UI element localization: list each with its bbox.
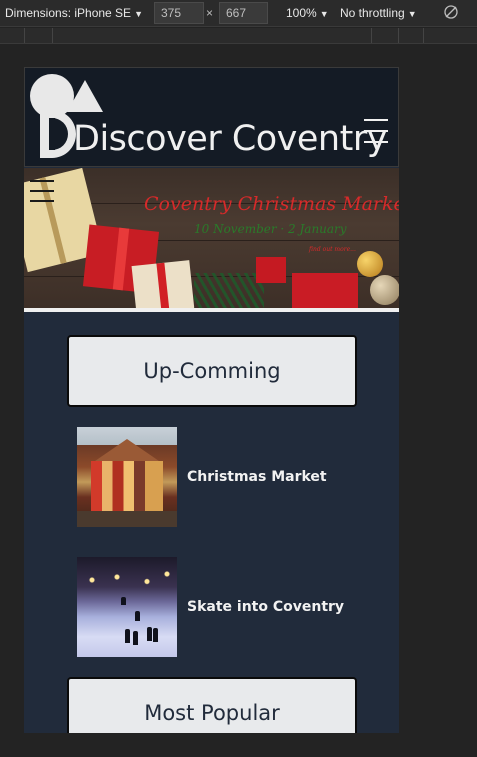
event-item-christmas-market[interactable]: Christmas Market: [77, 427, 377, 527]
logo-d-stem: [49, 118, 55, 150]
banner-dates: 10 November · 2 January: [194, 222, 347, 236]
hamburger-menu-icon[interactable]: [30, 180, 54, 204]
event-label: Christmas Market: [187, 469, 327, 485]
event-label: Skate into Coventry: [187, 599, 345, 615]
divider: [24, 308, 399, 312]
device-selector[interactable]: Dimensions: iPhone SE ▼: [5, 6, 143, 20]
gift-image: [131, 260, 195, 308]
brand-title: Discover Coventry: [73, 119, 387, 159]
device-selector-label: Dimensions: iPhone SE: [5, 6, 132, 20]
chevron-down-icon: ▼: [407, 9, 417, 19]
most-popular-button[interactable]: Most Popular: [67, 677, 357, 733]
times-separator: ×: [206, 6, 214, 20]
logo-d-shape: [40, 110, 76, 158]
rotate-icon[interactable]: [443, 4, 459, 20]
bauble-image: [370, 275, 399, 305]
banner-tagline: find out more...: [309, 246, 356, 253]
zoom-selector[interactable]: 100% ▼: [286, 6, 329, 20]
chevron-down-icon: ▼: [134, 9, 143, 19]
gift-image: [256, 257, 286, 283]
site-header: Discover Coventry: [24, 67, 399, 167]
device-viewport: Discover Coventry Coventry Christmas Mar…: [24, 67, 399, 733]
event-item-skate[interactable]: Skate into Coventry: [77, 557, 377, 657]
logo-triangle-shape: [67, 80, 103, 112]
width-input[interactable]: 375: [154, 2, 204, 24]
banner-title: Coventry Christmas Market: [144, 193, 399, 215]
hero-banner[interactable]: Coventry Christmas Market 10 November · …: [24, 168, 399, 308]
height-input[interactable]: 667: [219, 2, 268, 24]
pine-branch-image: [194, 273, 264, 308]
throttling-selector[interactable]: No throttling ▼: [340, 6, 417, 20]
upcoming-button[interactable]: Up-Comming: [67, 335, 357, 407]
zoom-label: 100%: [286, 6, 317, 20]
throttling-label: No throttling: [340, 6, 405, 20]
christmas-market-thumbnail: [77, 427, 177, 527]
skate-thumbnail: [77, 557, 177, 657]
bauble-image: [357, 251, 383, 277]
chevron-down-icon: ▼: [319, 9, 329, 19]
devtools-toolbar: Dimensions: iPhone SE ▼ 375 × 667 100% ▼ N…: [0, 0, 477, 27]
media-query-bar[interactable]: [0, 28, 477, 44]
hamburger-menu-icon[interactable]: [364, 119, 388, 143]
gift-image: [292, 273, 358, 308]
